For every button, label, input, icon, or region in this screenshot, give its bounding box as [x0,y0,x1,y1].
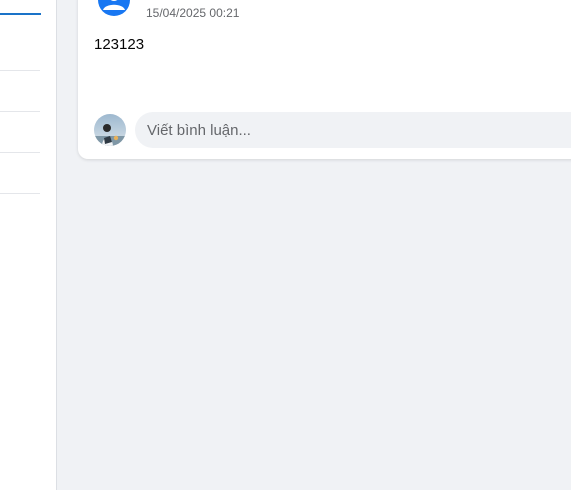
post-card: 15/04/2025 00:21 123123 [78,0,571,159]
sidebar-active-indicator [0,13,41,15]
post-content: 123123 [94,36,145,53]
comment-input[interactable] [135,112,571,148]
user-icon [98,0,130,16]
app-root: 15/04/2025 00:21 123123 [0,0,571,490]
sidebar-item-4[interactable] [0,153,40,193]
sidebar-item-3[interactable] [0,112,40,152]
sidebar [0,0,57,490]
avatar-photo [94,114,126,146]
current-user-avatar [94,114,126,146]
sidebar-item-1[interactable] [0,30,40,70]
author-avatar[interactable] [98,0,130,16]
sidebar-divider [0,193,40,194]
sidebar-item-2[interactable] [0,71,40,111]
post-timestamp[interactable]: 15/04/2025 00:21 [146,6,239,20]
